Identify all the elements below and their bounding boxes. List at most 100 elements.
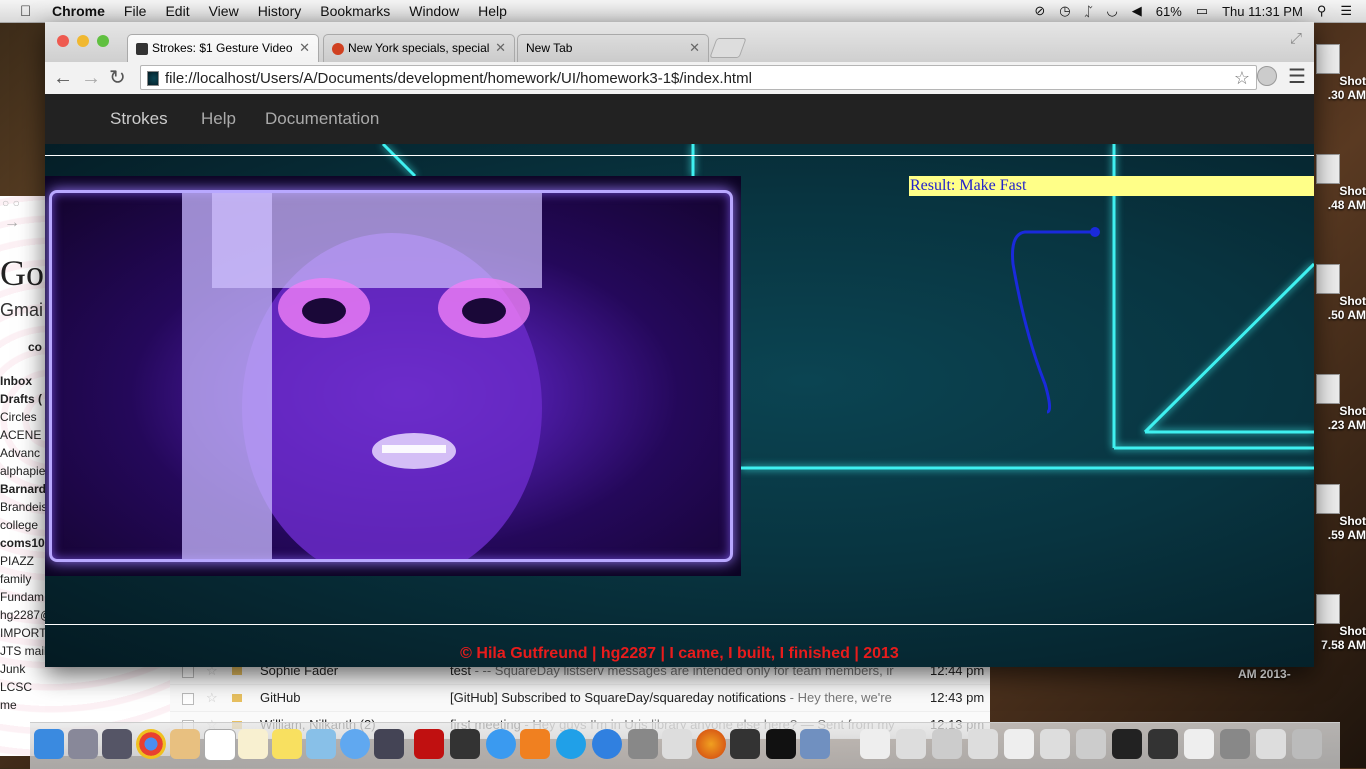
nav-brand-strokes[interactable]: Strokes (110, 109, 168, 129)
address-bar[interactable]: file://localhost/Users/A/Documents/devel… (140, 65, 1257, 90)
tab-newyork-specials[interactable]: New York specials, special ✕ (323, 34, 515, 62)
chrome-icon[interactable] (136, 729, 166, 759)
zoom-window-button[interactable] (97, 35, 109, 47)
reload-button-icon[interactable]: ↻ (109, 66, 126, 90)
document-stack-icon[interactable] (896, 729, 926, 759)
menu-clock[interactable]: Thu 11:31 PM (1222, 4, 1303, 19)
document-stack-icon[interactable] (1256, 729, 1286, 759)
sublime-text-icon[interactable] (730, 729, 760, 759)
preview-photos-icon[interactable] (800, 729, 830, 759)
desktop-file[interactable]: Shot .59 AM (1314, 484, 1366, 542)
desktop-file-label: AM 2013- (1238, 667, 1291, 681)
nav-help[interactable]: Help (201, 109, 236, 129)
chrome-window: Strokes: $1 Gesture Video ✕ New York spe… (45, 22, 1314, 667)
launchpad-icon[interactable] (68, 729, 98, 759)
document-icon[interactable] (662, 729, 692, 759)
battery-percent[interactable]: 61% (1156, 4, 1182, 19)
desktop-file[interactable]: Shot .48 AM (1314, 154, 1366, 212)
document-stack-icon[interactable] (1112, 729, 1142, 759)
volume-icon[interactable]: ◀ (1132, 3, 1142, 19)
star-icon[interactable]: ☆ (206, 685, 218, 711)
mission-control-icon[interactable] (102, 729, 132, 759)
mac-menu-bar:  Chrome File Edit View History Bookmark… (0, 0, 1366, 23)
desktop-files: Shot .30 AM Shot .48 AM Shot .50 AM Shot .23… (1314, 22, 1366, 722)
iphoto-icon[interactable] (450, 729, 480, 759)
menu-edit[interactable]: Edit (165, 3, 189, 19)
time-machine-icon[interactable]: ◷ (1059, 3, 1070, 19)
menu-file[interactable]: File (124, 3, 147, 19)
document-stack-icon[interactable] (1004, 729, 1034, 759)
file-thumbnail-icon (1316, 594, 1340, 624)
photo-booth-icon[interactable] (414, 729, 444, 759)
close-tab-icon[interactable]: ✕ (495, 35, 506, 61)
spotlight-search-icon[interactable]: ⚲ (1317, 3, 1327, 19)
document-stack-icon[interactable] (860, 729, 890, 759)
gmail-label-item[interactable]: LCSC (0, 678, 170, 696)
notification-center-icon[interactable]: ☰ (1340, 3, 1352, 19)
contacts-icon[interactable] (170, 729, 200, 759)
facetime-icon[interactable] (374, 729, 404, 759)
file-thumbnail-icon (1316, 374, 1340, 404)
battery-icon[interactable]: ▭ (1196, 3, 1208, 19)
extension-icon[interactable] (1257, 66, 1277, 86)
page-icon (147, 71, 159, 86)
menu-app-chrome[interactable]: Chrome (52, 3, 105, 19)
desktop-file[interactable]: Shot .30 AM (1314, 44, 1366, 102)
terminal-icon[interactable] (766, 729, 796, 759)
new-tab-button[interactable] (709, 38, 747, 58)
firefox-icon[interactable] (696, 729, 726, 759)
menu-help[interactable]: Help (478, 3, 507, 19)
document-stack-icon[interactable] (1184, 729, 1214, 759)
reminders-icon[interactable] (238, 729, 268, 759)
trash-icon[interactable] (1292, 729, 1322, 759)
tab-strokes[interactable]: Strokes: $1 Gesture Video ✕ (127, 34, 319, 62)
message-sender: GitHub (260, 690, 301, 705)
tab-new-tab[interactable]: New Tab ✕ (517, 34, 709, 62)
bookmark-star-icon[interactable]: ☆ (1234, 66, 1250, 91)
ibooks-icon[interactable] (520, 729, 550, 759)
notes-icon[interactable] (272, 729, 302, 759)
nav-documentation[interactable]: Documentation (265, 109, 379, 129)
document-stack-icon[interactable] (1220, 729, 1250, 759)
close-tab-icon[interactable]: ✕ (689, 35, 700, 61)
minimize-window-button[interactable] (77, 35, 89, 47)
desktop-file[interactable]: Shot .50 AM (1314, 264, 1366, 322)
preview-icon[interactable] (306, 729, 336, 759)
menu-view[interactable]: View (209, 3, 239, 19)
forward-button-icon[interactable]: → (81, 66, 101, 90)
skype-icon[interactable] (556, 729, 586, 759)
desktop-file[interactable]: Shot .23 AM (1314, 374, 1366, 432)
back-button-icon[interactable]: ← (53, 66, 73, 90)
neon-line (1143, 262, 1314, 434)
document-stack-icon[interactable] (932, 729, 962, 759)
app-store-icon[interactable] (592, 729, 622, 759)
messages-icon[interactable] (340, 729, 370, 759)
itunes-icon[interactable] (486, 729, 516, 759)
chrome-menu-icon[interactable]: ☰ (1288, 64, 1306, 89)
menu-history[interactable]: History (258, 3, 302, 19)
do-not-disturb-icon[interactable]: ⊘ (1034, 3, 1045, 19)
close-window-button[interactable] (57, 35, 69, 47)
bluetooth-icon[interactable]: ᛢ (1085, 4, 1093, 19)
apple-menu-icon[interactable]:  (20, 3, 38, 20)
finder-icon[interactable] (34, 729, 64, 759)
document-stack-icon[interactable] (1148, 729, 1178, 759)
desktop-file[interactable]: Shot 7.58 AM (1314, 594, 1366, 652)
calendar-icon[interactable] (204, 729, 236, 761)
tab-strip: Strokes: $1 Gesture Video ✕ New York spe… (45, 22, 1314, 62)
menu-bookmarks[interactable]: Bookmarks (320, 3, 390, 19)
wifi-icon[interactable]: ◡ (1106, 3, 1117, 19)
favicon-icon (332, 42, 344, 55)
message-checkbox[interactable] (182, 666, 194, 678)
document-stack-icon[interactable] (1040, 729, 1070, 759)
system-preferences-icon[interactable] (628, 729, 658, 759)
gesture-video[interactable] (45, 176, 741, 576)
document-stack-icon[interactable] (1076, 729, 1106, 759)
gmail-label-item[interactable]: me (0, 696, 170, 714)
menu-window[interactable]: Window (409, 3, 459, 19)
message-checkbox[interactable] (182, 693, 194, 705)
fullscreen-icon[interactable]: ⤢ (1290, 30, 1302, 47)
close-tab-icon[interactable]: ✕ (299, 35, 310, 61)
message-row[interactable]: ☆ GitHub [GitHub] Subscribed to SquareDa… (170, 685, 990, 712)
document-stack-icon[interactable] (968, 729, 998, 759)
